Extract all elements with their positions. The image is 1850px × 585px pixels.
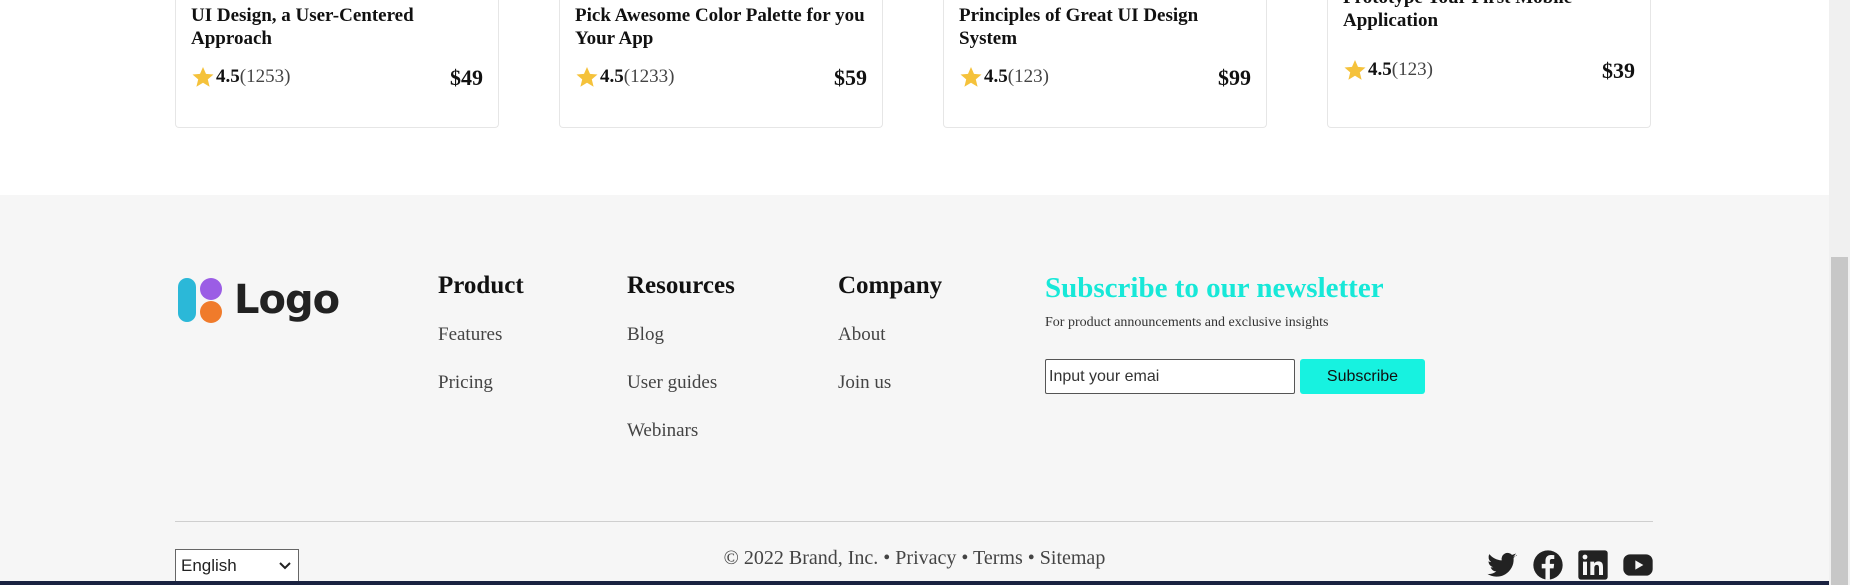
scrollbar-thumb[interactable] xyxy=(1831,257,1848,585)
linkedin-icon[interactable] xyxy=(1577,549,1609,581)
separator: • xyxy=(1027,547,1035,569)
rating-value: 4.5 xyxy=(984,66,1008,87)
footer-link-webinars[interactable]: Webinars xyxy=(627,419,735,442)
terms-link[interactable]: Terms xyxy=(973,547,1023,569)
footer-heading: Resources xyxy=(627,272,735,299)
course-card[interactable]: Principles of Great UI Design System 4.5… xyxy=(943,0,1267,128)
rating-count: (1233) xyxy=(623,66,675,87)
star-icon xyxy=(576,67,598,87)
rating-count: (123) xyxy=(1007,66,1049,87)
footer-link-features[interactable]: Features xyxy=(438,323,524,346)
footer-link-about[interactable]: About xyxy=(838,323,942,346)
star-icon xyxy=(1344,60,1366,80)
youtube-icon[interactable] xyxy=(1622,549,1654,581)
footer-heading: Company xyxy=(838,272,943,299)
footer-heading: Product xyxy=(438,272,524,299)
separator: • xyxy=(883,547,891,569)
course-rating: 4.5 (1253) xyxy=(191,65,290,89)
facebook-icon[interactable] xyxy=(1532,549,1564,581)
course-price: $49 xyxy=(450,65,483,90)
footer-link-blog[interactable]: Blog xyxy=(627,323,735,346)
star-icon xyxy=(960,67,982,87)
course-price: $99 xyxy=(1218,65,1251,90)
course-price: $39 xyxy=(1602,58,1635,83)
rating-count: (1253) xyxy=(239,66,291,87)
course-title[interactable]: Principles of Great UI Design System xyxy=(959,4,1249,50)
newsletter-title: Subscribe to our newsletter xyxy=(1045,272,1384,304)
twitter-icon[interactable] xyxy=(1486,549,1518,581)
rating-value: 4.5 xyxy=(600,66,624,87)
rating-value: 4.5 xyxy=(216,66,240,87)
subscribe-button[interactable]: Subscribe xyxy=(1300,359,1425,394)
course-card[interactable]: Pick Awesome Color Palette for you Your … xyxy=(559,0,883,128)
newsletter-subtitle: For product announcements and exclusive … xyxy=(1045,315,1329,330)
logo-icon xyxy=(178,278,222,323)
course-section: UI Design, a User-Centered Approach 4.5 … xyxy=(0,0,1829,195)
footer-link-pricing[interactable]: Pricing xyxy=(438,371,524,394)
sitemap-link[interactable]: Sitemap xyxy=(1040,547,1106,569)
copyright: © 2022 Brand, Inc. xyxy=(723,547,879,569)
course-title[interactable]: Pick Awesome Color Palette for you Your … xyxy=(575,4,865,50)
footer-divider xyxy=(175,521,1653,522)
course-rating: 4.5 (1233) xyxy=(575,65,674,89)
star-icon xyxy=(192,67,214,87)
footer-link-user-guides[interactable]: User guides xyxy=(627,371,735,394)
course-rating: 4.5 (123) xyxy=(959,65,1049,89)
footer-col-resources: Resources Blog User guides Webinars xyxy=(627,271,735,467)
footer-col-product: Product Features Pricing xyxy=(438,271,524,419)
brand-logo[interactable]: Logo xyxy=(178,276,340,324)
window-bottom-edge xyxy=(0,581,1829,585)
footer-link-join-us[interactable]: Join us xyxy=(838,371,942,394)
course-rating: 4.5 (123) xyxy=(1343,58,1433,82)
privacy-link[interactable]: Privacy xyxy=(895,547,956,569)
course-title[interactable]: Prototype Your First Mobile Application xyxy=(1343,0,1633,32)
course-title[interactable]: UI Design, a User-Centered Approach xyxy=(191,4,481,50)
course-price: $59 xyxy=(834,65,867,90)
footer-col-company: Company About Join us xyxy=(838,271,942,419)
separator: • xyxy=(961,547,969,569)
site-footer: Logo Product Features Pricing Resources … xyxy=(0,195,1829,585)
email-input[interactable] xyxy=(1045,359,1295,394)
rating-count: (123) xyxy=(1391,59,1433,80)
course-card[interactable]: UI Design, a User-Centered Approach 4.5 … xyxy=(175,0,499,128)
course-card[interactable]: Prototype Your First Mobile Application … xyxy=(1327,0,1651,128)
logo-text: Logo xyxy=(234,277,340,323)
rating-value: 4.5 xyxy=(1368,59,1392,80)
